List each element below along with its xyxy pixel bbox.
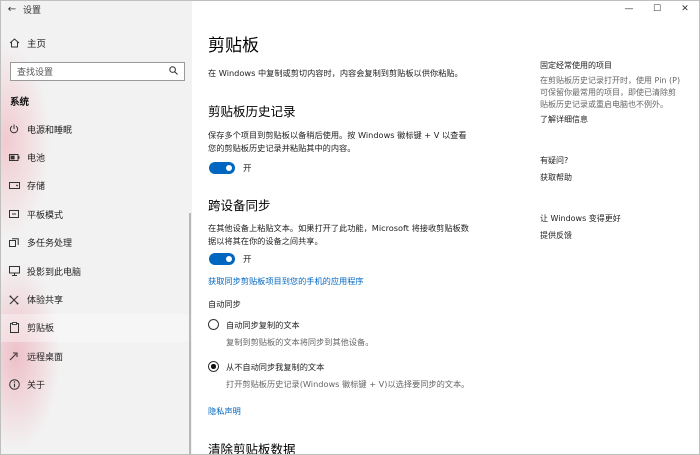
sidebar-item-storage[interactable]: 存储	[1, 172, 192, 200]
storage-icon	[1, 182, 27, 190]
battery-icon	[1, 154, 27, 162]
sidebar-item-label: 投影到此电脑	[27, 267, 82, 278]
clipboard-icon	[1, 322, 27, 334]
pin-desc-line3: 贴板历史记录或重启电脑也不例外。	[540, 100, 668, 109]
multitask-icon	[1, 238, 27, 248]
question-heading: 有疑问?	[540, 156, 569, 165]
sidebar-nav: 电源和睡眠 电池 存储 平板模式 多任务处理 投影到此电脑 体验共享 剪贴板 远…	[1, 115, 192, 399]
intro-text: 在 Windows 中复制或剪切内容时，内容会复制到剪贴板以供你粘贴。	[208, 68, 463, 78]
sidebar-item-label: 多任务处理	[27, 239, 73, 250]
sidebar-item-label: 远程桌面	[27, 352, 64, 363]
sync-desc-line2: 据以将其在你的设备之间共享。	[208, 236, 323, 246]
sidebar-item-power[interactable]: 电源和睡眠	[1, 115, 192, 143]
page-title: 剪贴板	[208, 36, 259, 56]
history-toggle-label: 开	[243, 164, 252, 174]
sidebar-item-share[interactable]: 体验共享	[1, 285, 192, 313]
auto-sync-option-desc: 复制到剪贴板的文本将同步到其他设备。	[226, 337, 374, 347]
sidebar-scrollbar[interactable]	[189, 213, 191, 454]
sidebar-item-remote[interactable]: 远程桌面	[1, 342, 192, 370]
clear-heading: 清除剪贴板数据	[208, 442, 296, 455]
share-icon	[1, 295, 27, 305]
sidebar-section-title: 系统	[10, 97, 30, 108]
minimize-button[interactable]: —	[615, 1, 643, 17]
sidebar-item-label: 剪贴板	[27, 324, 55, 335]
sidebar-item-project[interactable]: 投影到此电脑	[1, 257, 192, 285]
sidebar-item-about[interactable]: 关于	[1, 371, 192, 399]
maximize-button[interactable]: ☐	[643, 1, 671, 17]
sync-heading: 跨设备同步	[208, 198, 271, 213]
auto-sync-radio[interactable]	[208, 319, 219, 330]
auto-sync-label: 自动同步	[208, 299, 241, 309]
sync-toggle-label: 开	[243, 255, 252, 265]
close-button[interactable]: ✕	[671, 1, 699, 17]
sidebar-item-label: 电池	[27, 154, 46, 165]
sidebar-item-label: 存储	[27, 182, 46, 193]
history-desc-line1: 保存多个项目到剪贴板以备稍后使用。按 Windows 徽标键 + V 以查看	[208, 130, 467, 140]
history-heading: 剪贴板历史记录	[208, 104, 296, 119]
sidebar-home[interactable]: 主页	[1, 34, 46, 52]
sync-desc-line1: 在其他设备上粘贴文本。如果打开了此功能，Microsoft 将接收剪贴板数	[208, 223, 469, 233]
sync-toggle[interactable]	[209, 253, 235, 265]
info-icon	[1, 379, 27, 391]
pin-heading: 固定经常使用的项目	[540, 61, 612, 70]
learn-more-link[interactable]: 了解详细信息	[540, 114, 690, 126]
history-desc-line2: 您的剪贴板历史记录并粘贴其中的内容。	[208, 143, 356, 153]
power-icon	[1, 124, 27, 134]
sidebar-item-clipboard[interactable]: 剪贴板	[1, 313, 192, 343]
auto-sync-option-label[interactable]: 自动同步复制的文本	[226, 319, 300, 332]
pin-desc-line2: 可保留你最常用的项目，即使已清除剪	[540, 88, 676, 97]
sync-phone-app-link[interactable]: 获取同步剪贴板项目到您的手机的应用程序	[208, 275, 364, 288]
search-icon[interactable]	[169, 65, 178, 78]
home-icon	[1, 38, 27, 48]
manual-sync-option-label[interactable]: 从不自动同步我复制的文本	[226, 361, 324, 374]
title-bar: ← 设置	[1, 1, 41, 17]
project-icon	[1, 266, 27, 277]
manual-sync-radio[interactable]	[208, 361, 219, 372]
privacy-statement-link[interactable]: 隐私声明	[208, 405, 241, 418]
tablet-icon	[1, 209, 27, 219]
back-arrow-icon[interactable]: ←	[1, 1, 23, 17]
remote-icon	[1, 351, 27, 361]
sidebar-item-battery[interactable]: 电池	[1, 143, 192, 171]
sidebar-item-label: 体验共享	[27, 296, 64, 307]
sidebar-item-multitask[interactable]: 多任务处理	[1, 229, 192, 257]
window-controls: — ☐ ✕	[615, 1, 699, 17]
sidebar: ← 设置 主页 查找设置 系统 电源和睡眠 电池 存储 平板模式 多任务处理 投…	[1, 1, 192, 454]
improve-heading: 让 Windows 变得更好	[540, 214, 621, 223]
sidebar-item-label: 电源和睡眠	[27, 125, 73, 136]
history-toggle[interactable]	[209, 162, 235, 174]
search-placeholder: 查找设置	[17, 68, 54, 78]
search-input[interactable]: 查找设置	[10, 62, 185, 81]
feedback-link[interactable]: 提供反馈	[540, 230, 690, 242]
get-help-link[interactable]: 获取帮助	[540, 172, 690, 184]
pin-desc-line1: 在剪贴板历史记录打开时，使用 Pin (P)	[540, 76, 681, 85]
sidebar-item-label: 关于	[27, 381, 46, 392]
sidebar-item-label: 平板模式	[27, 210, 64, 221]
window-title: 设置	[23, 5, 42, 16]
settings-window: ← 设置 主页 查找设置 系统 电源和睡眠 电池 存储 平板模式 多任务处理 投…	[0, 0, 700, 455]
sidebar-item-tablet[interactable]: 平板模式	[1, 200, 192, 228]
sidebar-home-label: 主页	[27, 39, 47, 50]
manual-sync-option-desc: 打开剪贴板历史记录(Windows 徽标键 + V)以选择要同步的文本。	[226, 379, 470, 389]
